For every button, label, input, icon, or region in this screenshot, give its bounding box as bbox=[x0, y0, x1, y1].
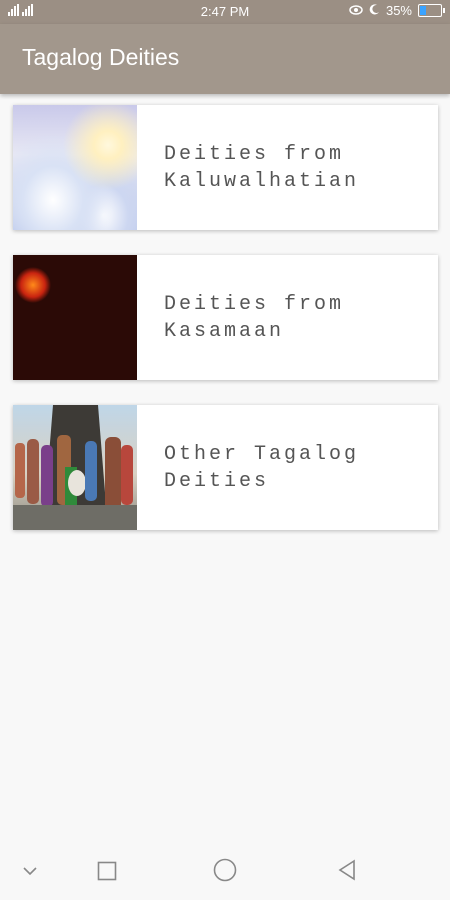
back-icon[interactable] bbox=[337, 859, 357, 886]
card-label-line2: Kasamaan bbox=[164, 320, 285, 343]
card-label-line2: Deities bbox=[164, 470, 270, 493]
clouds-image bbox=[13, 105, 137, 230]
card-label-line2: Kaluwalhatian bbox=[164, 170, 360, 193]
card-label-line1: Other Tagalog bbox=[164, 443, 360, 466]
lava-image bbox=[13, 255, 137, 380]
recents-icon[interactable] bbox=[97, 861, 117, 886]
chevron-down-icon[interactable] bbox=[22, 864, 38, 882]
battery-fill bbox=[420, 6, 427, 15]
card-other-deities[interactable]: Other Tagalog Deities bbox=[13, 405, 438, 530]
status-right: 35% bbox=[349, 3, 445, 18]
card-label: Deities from Kasamaan bbox=[164, 291, 424, 345]
card-kasamaan[interactable]: Deities from Kasamaan bbox=[13, 255, 438, 380]
app-bar: Tagalog Deities bbox=[0, 24, 450, 94]
status-bar: 2:47 PM 35% bbox=[0, 0, 450, 24]
card-label: Other Tagalog Deities bbox=[164, 441, 424, 495]
moon-icon bbox=[369, 3, 380, 18]
eye-icon bbox=[349, 3, 363, 18]
navigation-bar bbox=[0, 848, 450, 900]
battery-percent: 35% bbox=[385, 3, 412, 18]
deities-group-image bbox=[13, 405, 137, 530]
battery-icon bbox=[418, 4, 445, 17]
page-title: Tagalog Deities bbox=[22, 44, 180, 70]
card-label: Deities from Kaluwalhatian bbox=[164, 141, 424, 195]
home-icon[interactable] bbox=[213, 858, 237, 887]
card-label-line1: Deities from bbox=[164, 293, 345, 316]
card-kaluwalhatian[interactable]: Deities from Kaluwalhatian bbox=[13, 105, 438, 230]
card-label-line1: Deities from bbox=[164, 143, 345, 166]
